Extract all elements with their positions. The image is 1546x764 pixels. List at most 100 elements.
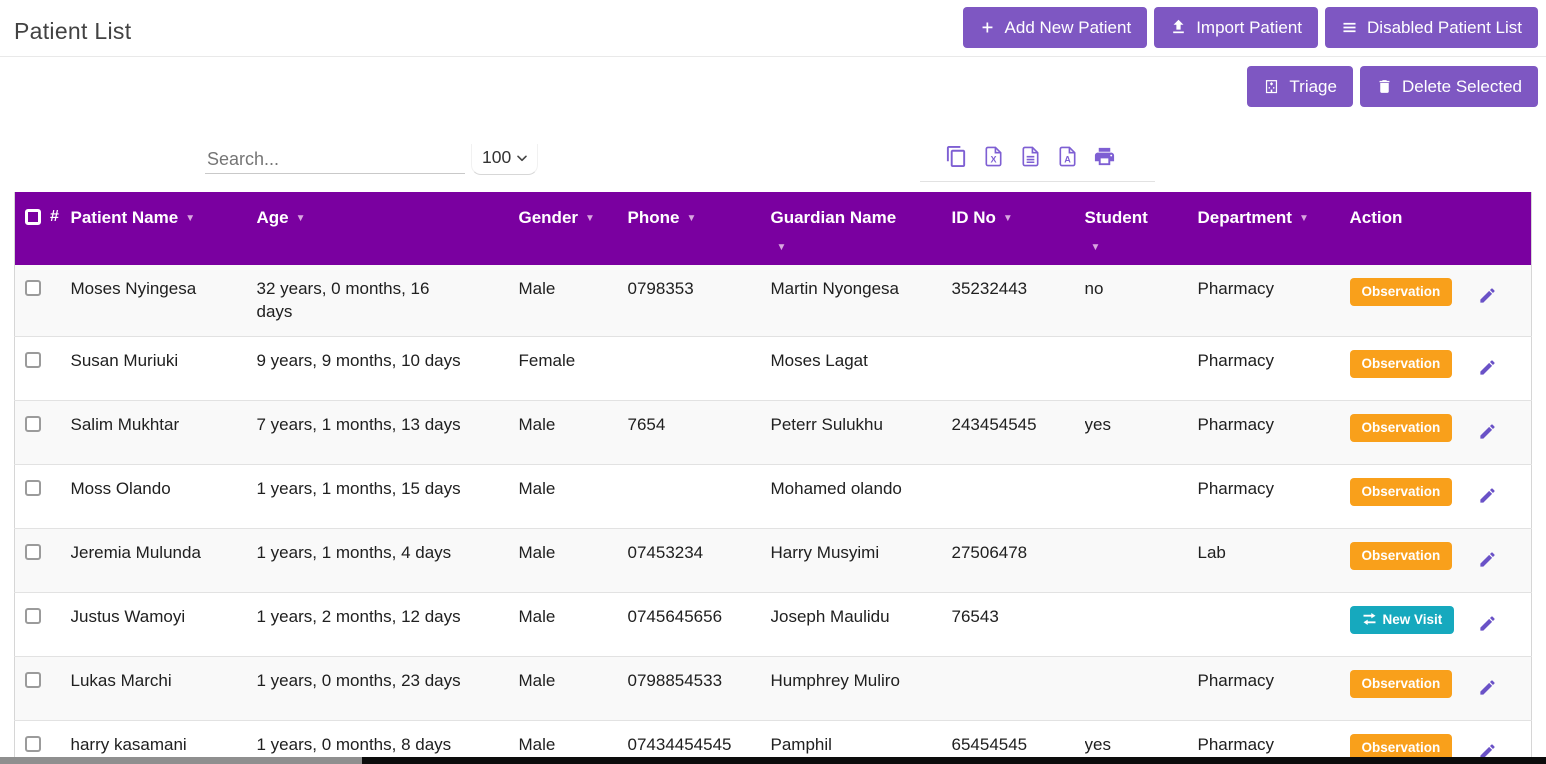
row-checkbox[interactable] <box>25 416 41 432</box>
cell-age: 9 years, 9 months, 10 days <box>257 336 519 400</box>
cell-student <box>1085 528 1198 592</box>
column-header-patient_name[interactable]: Patient Name▼ <box>71 192 257 265</box>
excel-file-icon: X <box>982 144 1005 169</box>
cell-select <box>15 592 71 656</box>
column-label: Department <box>1198 208 1292 227</box>
cell-department: Pharmacy <box>1198 656 1350 720</box>
cell-student <box>1085 336 1198 400</box>
edit-patient-button[interactable] <box>1478 286 1497 305</box>
patient-row: Moss Olando1 years, 1 months, 15 daysMal… <box>15 464 1532 528</box>
column-header-age[interactable]: Age▼ <box>257 192 519 265</box>
cell-action: Observation <box>1350 400 1532 464</box>
sort-caret-icon: ▼ <box>777 242 942 253</box>
cell-gender: Male <box>519 464 628 528</box>
cell-id-no <box>952 336 1085 400</box>
action-label: Observation <box>1362 548 1441 563</box>
edit-patient-button[interactable] <box>1478 550 1497 569</box>
cell-action: Observation <box>1350 265 1532 336</box>
edit-patient-button[interactable] <box>1478 678 1497 697</box>
cell-student <box>1085 656 1198 720</box>
cell-patient-name: Justus Wamoyi <box>71 592 257 656</box>
sort-caret-icon: ▼ <box>1299 213 1309 224</box>
cell-action: Observation <box>1350 656 1532 720</box>
patient-row: Salim Mukhtar7 years, 1 months, 13 daysM… <box>15 400 1532 464</box>
cell-select <box>15 656 71 720</box>
horizontal-scrollbar[interactable] <box>0 757 1546 764</box>
row-checkbox[interactable] <box>25 544 41 560</box>
column-header-student[interactable]: Student ▼ <box>1085 192 1198 265</box>
scrollbar-thumb[interactable] <box>0 757 362 764</box>
cell-select <box>15 400 71 464</box>
search-input[interactable] <box>205 145 465 174</box>
edit-patient-button[interactable] <box>1478 358 1497 377</box>
edit-patient-button[interactable] <box>1478 486 1497 505</box>
column-label: Student <box>1085 208 1148 227</box>
export-excel-button[interactable]: X <box>982 144 1005 169</box>
sort-caret-icon: ▼ <box>296 213 306 224</box>
sort-caret-icon: ▼ <box>1091 242 1188 253</box>
cell-action: Observation <box>1350 464 1532 528</box>
row-checkbox[interactable] <box>25 736 41 752</box>
add-new-patient-button[interactable]: Add New Patient <box>963 7 1148 48</box>
disabled-patient-list-button[interactable]: Disabled Patient List <box>1325 7 1538 48</box>
export-copy-button[interactable] <box>945 144 968 169</box>
cell-guardian-name: Moses Lagat <box>771 336 952 400</box>
button-label: Disabled Patient List <box>1367 18 1522 38</box>
triage-button[interactable]: Triage <box>1247 66 1353 107</box>
cell-department: Pharmacy <box>1198 265 1350 336</box>
button-label: Add New Patient <box>1005 18 1132 38</box>
button-label: Triage <box>1289 77 1337 97</box>
cell-student <box>1085 592 1198 656</box>
page-size-select[interactable]: 100 <box>471 144 538 175</box>
file-lines-icon <box>1019 144 1042 169</box>
cell-phone <box>628 336 771 400</box>
row-checkbox[interactable] <box>25 672 41 688</box>
table-toolbar: 100 X A <box>0 107 1546 192</box>
observation-button[interactable]: Observation <box>1350 278 1453 306</box>
cell-guardian-name: Peterr Sulukhu <box>771 400 952 464</box>
column-label: Phone <box>628 208 680 227</box>
button-label: Delete Selected <box>1402 77 1522 97</box>
hospital-icon <box>1263 78 1280 95</box>
cell-phone: 0798353 <box>628 265 771 336</box>
row-checkbox[interactable] <box>25 280 41 296</box>
column-header-gender[interactable]: Gender▼ <box>519 192 628 265</box>
export-print-button[interactable] <box>1093 144 1116 169</box>
select-all-checkbox[interactable] <box>25 209 41 225</box>
delete-selected-button[interactable]: Delete Selected <box>1360 66 1538 107</box>
column-label: # <box>50 208 59 226</box>
export-csv-button[interactable] <box>1019 144 1042 169</box>
observation-button[interactable]: Observation <box>1350 670 1453 698</box>
column-header-select: # <box>15 192 71 265</box>
upload-icon <box>1170 19 1187 36</box>
cell-patient-name: Lukas Marchi <box>71 656 257 720</box>
age-text: 1 years, 0 months, 23 days <box>257 670 466 693</box>
action-label: Observation <box>1362 484 1441 499</box>
cell-patient-name: Jeremia Mulunda <box>71 528 257 592</box>
edit-patient-button[interactable] <box>1478 614 1497 633</box>
cell-phone: 7654 <box>628 400 771 464</box>
observation-button[interactable]: Observation <box>1350 478 1453 506</box>
column-header-action: Action <box>1350 192 1532 265</box>
column-header-department[interactable]: Department ▼ <box>1198 192 1350 265</box>
cell-phone: 0798854533 <box>628 656 771 720</box>
cell-age: 1 years, 2 months, 12 days <box>257 592 519 656</box>
new-visit-button[interactable]: New Visit <box>1350 606 1455 634</box>
column-header-id_no[interactable]: ID No▼ <box>952 192 1085 265</box>
cell-student <box>1085 464 1198 528</box>
column-header-guardian_name[interactable]: Guardian Name▼ <box>771 192 952 265</box>
action-label: Observation <box>1362 420 1441 435</box>
row-checkbox[interactable] <box>25 608 41 624</box>
edit-patient-button[interactable] <box>1478 422 1497 441</box>
action-label: New Visit <box>1383 612 1443 627</box>
row-checkbox[interactable] <box>25 352 41 368</box>
observation-button[interactable]: Observation <box>1350 350 1453 378</box>
column-header-phone[interactable]: Phone▼ <box>628 192 771 265</box>
import-patient-button[interactable]: Import Patient <box>1154 7 1318 48</box>
cell-guardian-name: Harry Musyimi <box>771 528 952 592</box>
observation-button[interactable]: Observation <box>1350 414 1453 442</box>
row-checkbox[interactable] <box>25 480 41 496</box>
observation-button[interactable]: Observation <box>1350 542 1453 570</box>
export-pdf-button[interactable]: A <box>1056 144 1079 169</box>
list-icon <box>1341 19 1358 36</box>
